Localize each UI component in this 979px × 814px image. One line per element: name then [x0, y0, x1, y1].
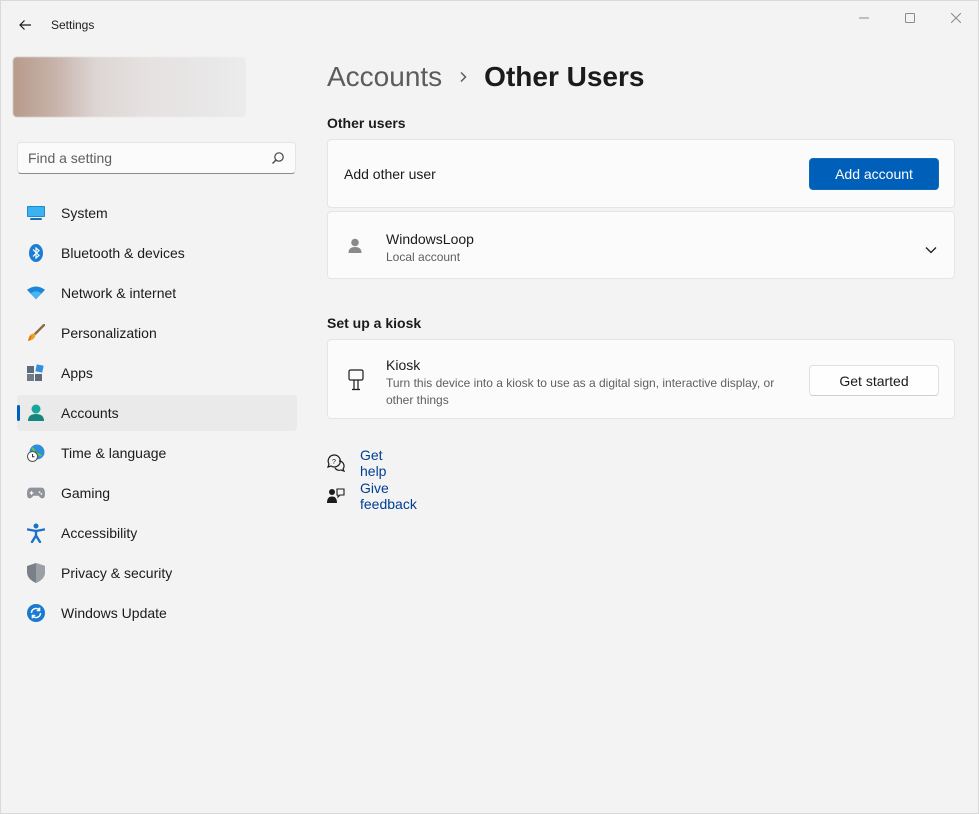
network-icon — [27, 284, 45, 302]
breadcrumb: Accounts Other Users — [327, 59, 644, 95]
user-name: WindowsLoop — [386, 231, 474, 247]
sidebar-item-label: Privacy & security — [61, 565, 173, 581]
give-feedback-label[interactable]: Give feedback — [360, 480, 417, 512]
sidebar-item-label: Accessibility — [61, 525, 138, 541]
feedback-icon — [327, 487, 345, 505]
section-title-other-users: Other users — [327, 115, 406, 131]
accessibility-icon — [27, 523, 45, 543]
page-title: Other Users — [484, 61, 645, 92]
sidebar-item-system[interactable]: System — [17, 195, 297, 231]
user-account-type: Local account — [386, 250, 461, 264]
chevron-right-icon — [458, 71, 468, 83]
back-arrow-icon — [19, 20, 31, 30]
search-box — [17, 142, 296, 174]
bluetooth-icon — [27, 244, 45, 262]
sidebar-item-label: Gaming — [61, 485, 111, 501]
minimize-button[interactable] — [841, 5, 887, 31]
section-title-kiosk: Set up a kiosk — [327, 315, 422, 331]
breadcrumb-parent[interactable]: Accounts — [327, 61, 442, 93]
sidebar-item-label: Bluetooth & devices — [61, 245, 185, 261]
svg-text:?: ? — [332, 459, 336, 466]
sidebar-item-accessibility[interactable]: Accessibility — [17, 515, 297, 551]
personalization-icon — [27, 324, 45, 342]
get-help-link[interactable]: ? Get help — [327, 447, 386, 479]
help-icon: ? — [327, 454, 345, 472]
kiosk-card: Kiosk Turn this device into a kiosk to u… — [327, 339, 955, 419]
sidebar-item-label: Apps — [61, 365, 93, 381]
add-other-user-card: Add other user Add account — [327, 139, 955, 208]
sidebar-item-gaming[interactable]: Gaming — [17, 475, 297, 511]
search-icon[interactable] — [271, 151, 285, 165]
gaming-icon — [27, 484, 45, 502]
kiosk-description-line-1: Turn this device into a kiosk to use as … — [386, 376, 775, 390]
maximize-button[interactable] — [887, 5, 933, 31]
close-button[interactable] — [933, 5, 979, 31]
sidebar-item-accounts[interactable]: Accounts — [17, 395, 297, 431]
accounts-icon — [27, 404, 45, 422]
give-feedback-link[interactable]: Give feedback — [327, 480, 417, 512]
kiosk-icon — [348, 369, 364, 394]
kiosk-description-line-2: other things — [386, 393, 449, 407]
sidebar-item-label: Network & internet — [61, 285, 177, 301]
settings-window: Settings System Bluetooth — [0, 0, 979, 814]
get-help-label[interactable]: Get help — [360, 447, 386, 479]
sidebar-nav: System Bluetooth & devices Network & int… — [17, 195, 297, 635]
sidebar-item-apps[interactable]: Apps — [17, 355, 297, 391]
add-account-button[interactable]: Add account — [809, 158, 939, 190]
system-icon — [27, 204, 45, 222]
user-card-windowsloop[interactable]: WindowsLoop Local account — [327, 211, 955, 279]
title-bar: Settings — [1, 1, 978, 47]
time-language-icon — [27, 444, 45, 462]
get-started-button[interactable]: Get started — [809, 365, 939, 396]
kiosk-title: Kiosk — [386, 357, 421, 373]
sidebar-item-time-language[interactable]: Time & language — [17, 435, 297, 471]
sidebar-item-label: Time & language — [61, 445, 167, 461]
minimize-icon — [859, 17, 869, 19]
app-title: Settings — [51, 18, 95, 32]
user-profile-card[interactable] — [13, 57, 246, 117]
add-other-user-label: Add other user — [344, 166, 436, 182]
windows-update-icon — [27, 604, 45, 622]
maximize-icon — [905, 13, 915, 23]
sidebar-item-label: Accounts — [61, 405, 119, 421]
sidebar-item-label: Windows Update — [61, 605, 167, 621]
back-button[interactable] — [11, 11, 39, 39]
privacy-icon — [27, 563, 45, 583]
sidebar-item-label: Personalization — [61, 325, 157, 341]
apps-icon — [27, 364, 45, 382]
sidebar-item-privacy[interactable]: Privacy & security — [17, 555, 297, 591]
sidebar-item-bluetooth[interactable]: Bluetooth & devices — [17, 235, 297, 271]
close-icon — [951, 13, 961, 23]
sidebar-item-personalization[interactable]: Personalization — [17, 315, 297, 351]
search-input[interactable] — [18, 143, 258, 173]
sidebar-item-label: System — [61, 205, 108, 221]
chevron-down-icon[interactable] — [925, 241, 937, 257]
sidebar-item-network[interactable]: Network & internet — [17, 275, 297, 311]
sidebar-item-windows-update[interactable]: Windows Update — [17, 595, 297, 631]
person-icon — [347, 238, 363, 257]
